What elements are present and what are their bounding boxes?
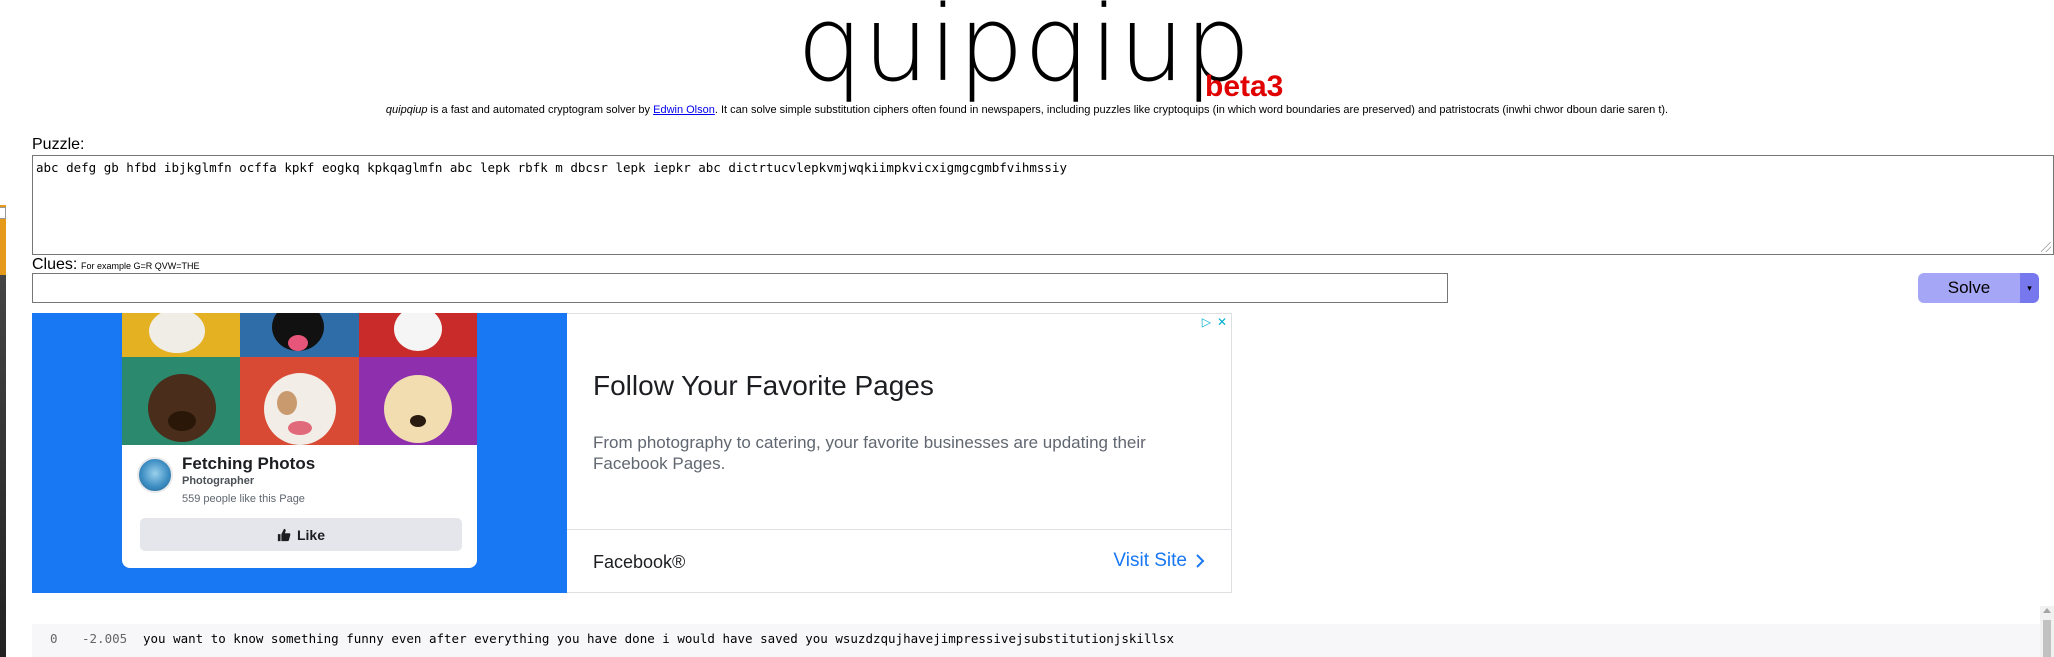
dog-photo-grid: [122, 313, 477, 445]
ad-brand: Facebook®: [593, 552, 686, 572]
visit-site-label: Visit Site: [1113, 550, 1187, 571]
puzzle-textarea[interactable]: abc defg gb hfbd ibjkglmfn ocffa kpkf eo…: [32, 155, 2054, 255]
resize-grip-icon[interactable]: [2041, 242, 2051, 252]
like-button-label: Like: [296, 526, 325, 543]
version-badge: beta3: [1205, 70, 1284, 103]
clues-hint: For example G=R QVW=THE: [81, 261, 200, 271]
result-row[interactable]: 0 -2.005 you want to know something funn…: [32, 624, 2040, 657]
ad-headline: Follow Your Favorite Pages: [593, 370, 934, 401]
dog-photos-image: [122, 313, 477, 445]
result-text: you want to know something funny even af…: [143, 631, 1175, 646]
result-index: 0: [50, 631, 58, 646]
ad-divider: [567, 529, 1232, 530]
result-score: -2.005: [82, 631, 128, 646]
play-triangle-icon[interactable]: ▷: [1202, 316, 1211, 328]
ad-image-panel: Fetching Photos Photographer 559 people …: [32, 313, 567, 593]
facebook-page-card: Fetching Photos Photographer 559 people …: [122, 313, 477, 568]
thumbs-up-icon: [277, 528, 291, 541]
ad-choices[interactable]: ▷ ✕: [1202, 316, 1227, 328]
fb-page-name: Fetching Photos: [182, 454, 316, 473]
solve-dropdown-toggle[interactable]: ▾: [2020, 273, 2039, 303]
page-avatar: [137, 457, 173, 493]
desc-text-1: is a fast and automated cryptogram solve…: [427, 104, 654, 116]
desc-text-2: . It can solve simple substitution ciphe…: [714, 104, 1669, 116]
visit-site-button[interactable]: Visit Site: [1113, 550, 1205, 572]
clues-label: Clues:: [32, 256, 78, 273]
fb-page-likes: 559 people like this Page: [182, 493, 305, 505]
page-scrollbar[interactable]: [2040, 606, 2054, 657]
ad-body: From photography to catering, your favor…: [593, 433, 1146, 474]
chevron-down-icon: ▾: [2027, 282, 2032, 293]
scroll-up-arrow-icon[interactable]: [2043, 608, 2051, 613]
site-logo: quipqiup: [797, 0, 1251, 105]
scroll-thumb[interactable]: [2043, 620, 2051, 657]
site-description: quipqiup is a fast and automated cryptog…: [0, 104, 2054, 116]
left-edge-badge: [0, 207, 6, 219]
advertisement[interactable]: Fetching Photos Photographer 559 people …: [32, 313, 1232, 593]
desc-app-name: quipqiup: [385, 104, 428, 116]
like-button[interactable]: Like: [140, 518, 462, 551]
clues-input[interactable]: [32, 273, 1448, 303]
puzzle-text: abc defg gb hfbd ibjkglmfn ocffa kpkf eo…: [36, 160, 1068, 175]
puzzle-label: Puzzle:: [32, 136, 85, 153]
author-link[interactable]: Edwin Olson: [653, 104, 715, 116]
solve-button[interactable]: Solve: [1918, 273, 2020, 303]
fb-page-category: Photographer: [182, 475, 255, 487]
close-x-icon[interactable]: ✕: [1217, 316, 1227, 328]
chevron-right-icon: [1196, 554, 1205, 568]
ad-text-panel: ▷ ✕ Follow Your Favorite Pages From phot…: [567, 313, 1232, 593]
left-edge-strip: [0, 205, 6, 657]
